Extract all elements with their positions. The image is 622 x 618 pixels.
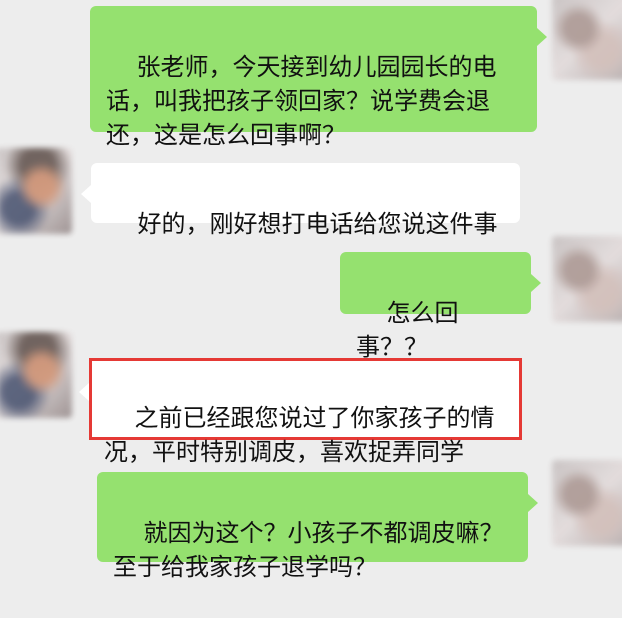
message-text: 张老师，今天接到幼儿园园长的电话，叫我把孩子领回家？说学费会退还，这是怎么回事啊… xyxy=(106,53,497,149)
avatar[interactable] xyxy=(0,148,72,234)
message-bubble-sent[interactable]: 就因为这个？小孩子不都调皮嘛？至于给我家孩子退学吗？ xyxy=(97,472,538,581)
avatar[interactable] xyxy=(0,332,72,418)
message-bubble-sent[interactable]: 张老师，今天接到幼儿园园长的电话，叫我把孩子领回家？说学费会退还，这是怎么回事啊… xyxy=(90,6,547,149)
message-text: 之前已经跟您说过了你家孩子的情况，平时特别调皮，喜欢捉弄同学 xyxy=(104,404,495,466)
chat-view: 张老师，今天接到幼儿园园长的电话，叫我把孩子领回家？说学费会退还，这是怎么回事啊… xyxy=(0,0,622,581)
message-text: 好的，刚好想打电话给您说这件事 xyxy=(137,210,498,238)
message-text: 就因为这个？小孩子不都调皮嘛？至于给我家孩子退学吗？ xyxy=(113,519,504,581)
avatar[interactable] xyxy=(552,460,622,546)
message-bubble-received[interactable]: 好的，刚好想打电话给您说这件事 xyxy=(81,163,520,238)
message-text: 怎么回事？？ xyxy=(356,299,459,361)
avatar[interactable] xyxy=(552,236,622,322)
message-bubble-received-highlighted[interactable]: 之前已经跟您说过了你家孩子的情况，平时特别调皮，喜欢捉弄同学 xyxy=(79,358,522,466)
avatar[interactable] xyxy=(552,0,622,80)
message-bubble-sent[interactable]: 怎么回事？？ xyxy=(340,252,541,361)
